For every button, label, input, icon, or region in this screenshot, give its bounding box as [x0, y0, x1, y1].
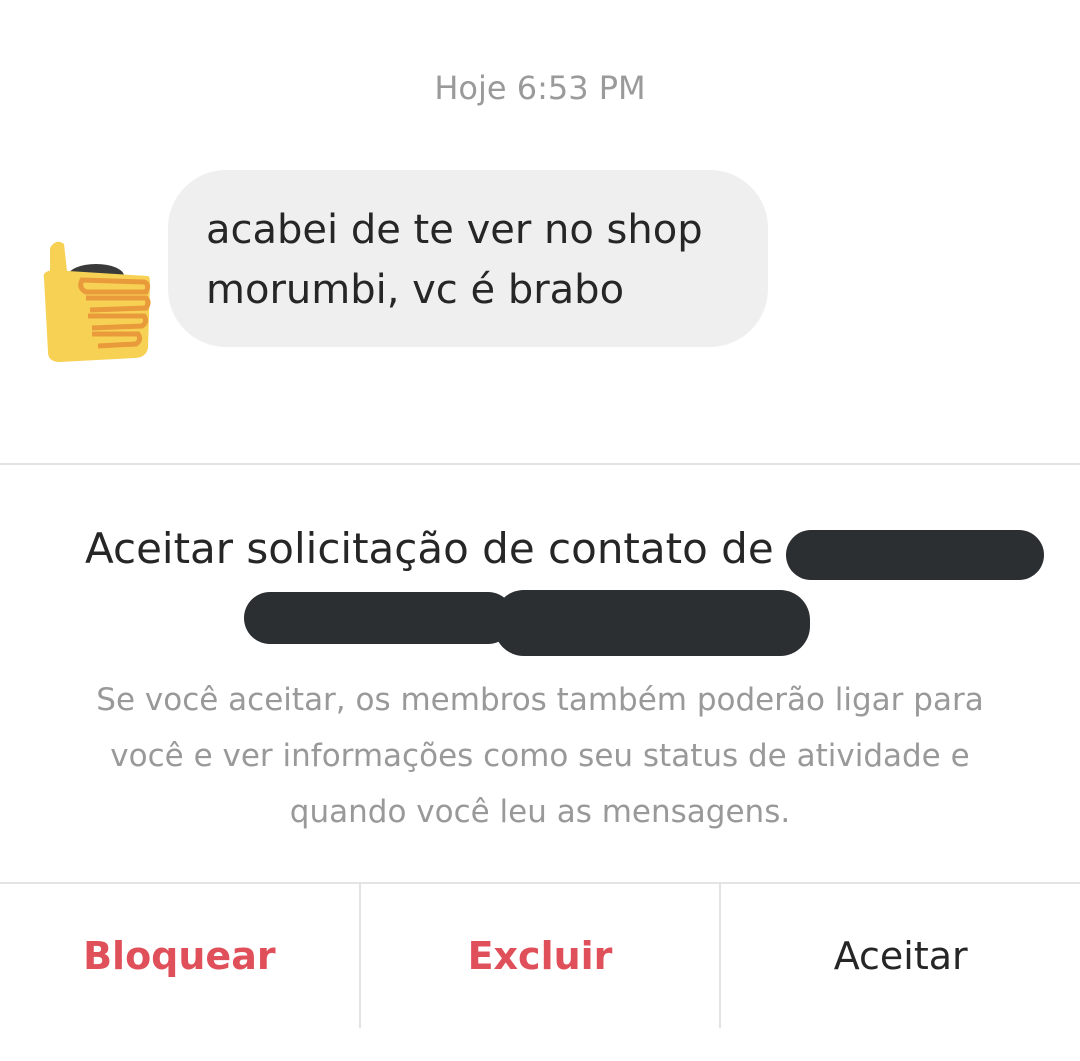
redacted-name: [494, 590, 810, 656]
delete-button[interactable]: Excluir: [358, 883, 720, 1028]
message-text-line: morumbi, vc é brabo: [206, 267, 625, 313]
redacted-name: [786, 530, 1044, 580]
request-actions: Bloquear Excluir Aceitar: [0, 883, 1080, 1028]
description-line: quando você leu as mensagens.: [289, 794, 791, 830]
message-text-line: acabei de te ver no shop: [206, 207, 703, 253]
divider: [0, 463, 1080, 465]
message-bubble[interactable]: acabei de te ver no shop morumbi, vc é b…: [168, 170, 768, 347]
accept-button[interactable]: Aceitar: [719, 883, 1080, 1028]
message-timestamp: Hoje 6:53 PM: [434, 69, 646, 107]
block-button[interactable]: Bloquear: [0, 883, 359, 1028]
description-line: Se você aceitar, os membros também poder…: [96, 682, 984, 718]
description-line: você e ver informações como seu status d…: [110, 738, 970, 774]
request-title: Aceitar solicitação de contato de: [85, 524, 774, 573]
chat-screen: Hoje 6:53 PM acabei de te ver no shop mo…: [0, 0, 1080, 1061]
redacted-name: [244, 592, 514, 644]
thumbs-up-icon[interactable]: [38, 236, 154, 364]
request-description: Se você aceitar, os membros também poder…: [40, 672, 1040, 840]
